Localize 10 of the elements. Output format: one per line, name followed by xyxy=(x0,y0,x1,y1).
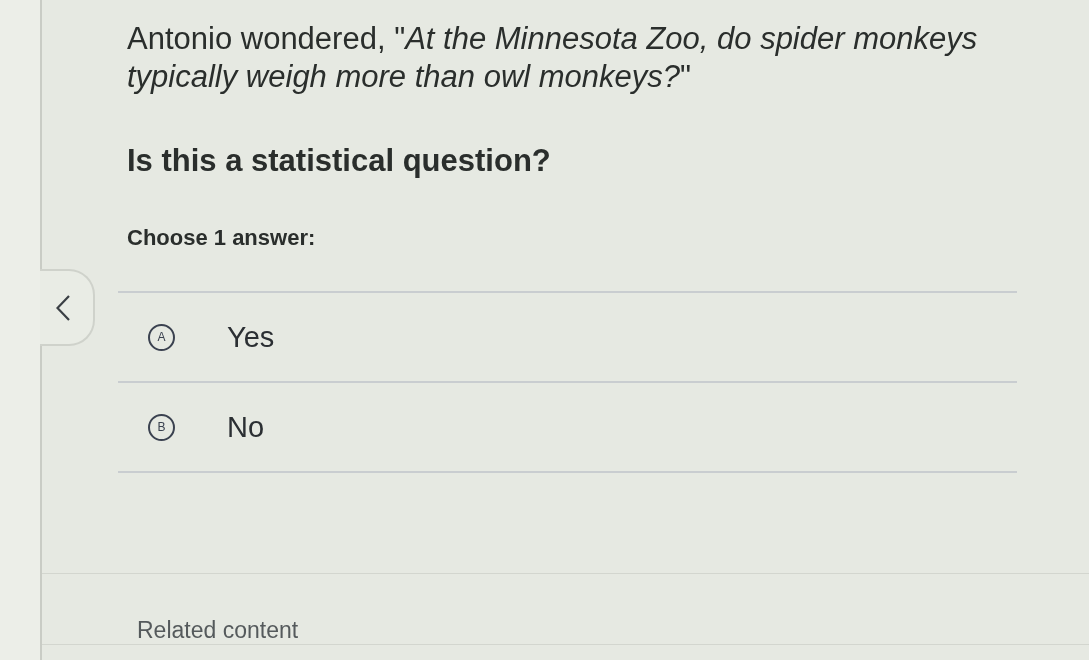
answer-choice[interactable]: B No xyxy=(118,383,1017,471)
back-button[interactable] xyxy=(40,269,95,346)
chevron-left-icon xyxy=(55,294,70,321)
prompt-text: Antonio wondered, "At the Minnesota Zoo, do spider monkeys typically weigh more than owl monkeys?" xyxy=(127,20,979,96)
instruction-text: Choose 1 answer: xyxy=(127,225,316,251)
choice-letter: B xyxy=(148,413,175,441)
answer-choice[interactable]: A Yes xyxy=(118,293,1017,381)
choice-letter: A xyxy=(148,323,175,351)
related-heading: Related content xyxy=(137,616,299,644)
question-heading: Is this a statistical question? xyxy=(127,143,551,179)
